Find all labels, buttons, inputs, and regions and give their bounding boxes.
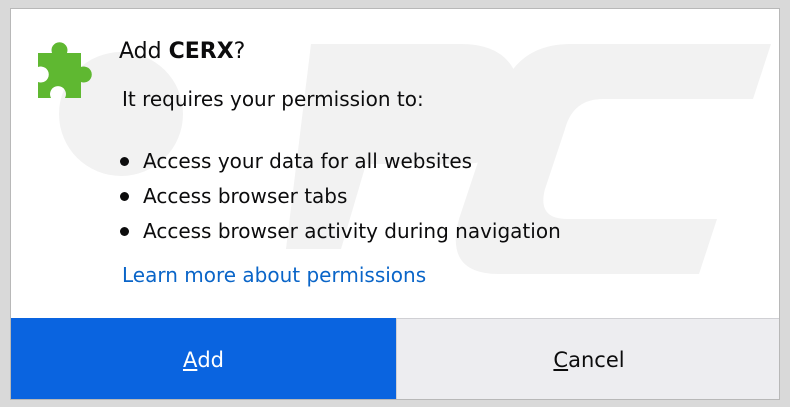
bullet-icon xyxy=(120,157,129,166)
add-accesskey: A xyxy=(182,347,198,372)
bullet-icon xyxy=(120,192,129,201)
permission-text: Access your data for all websites xyxy=(143,149,473,173)
title-suffix: ? xyxy=(233,39,246,64)
bullet-icon xyxy=(120,227,129,236)
screen-backdrop: Add CERX? It requires your permission to… xyxy=(0,0,790,407)
permission-item: Access browser activity during navigatio… xyxy=(120,217,561,252)
add-button[interactable]: Add xyxy=(11,318,396,399)
permission-item: Access browser tabs xyxy=(120,182,561,217)
permission-intro: It requires your permission to: xyxy=(122,87,424,111)
permission-text: Access browser tabs xyxy=(143,184,348,208)
cancel-label-rest: ancel xyxy=(568,348,625,372)
learn-more-link[interactable]: Learn more about permissions xyxy=(122,263,426,287)
extension-name: CERX xyxy=(168,39,234,64)
button-row: Add Cancel xyxy=(11,318,779,399)
add-label-rest: dd xyxy=(197,347,225,372)
cancel-accesskey: C xyxy=(553,348,569,372)
cancel-button[interactable]: Cancel xyxy=(396,318,779,399)
title-prefix: Add xyxy=(119,39,169,64)
puzzle-piece-icon xyxy=(38,42,92,98)
permission-list: Access your data for all websites Access… xyxy=(120,147,561,252)
dialog-title: Add CERX? xyxy=(119,39,245,64)
permission-item: Access your data for all websites xyxy=(120,147,561,182)
permission-text: Access browser activity during navigatio… xyxy=(143,219,561,243)
add-extension-dialog: Add CERX? It requires your permission to… xyxy=(10,8,780,400)
